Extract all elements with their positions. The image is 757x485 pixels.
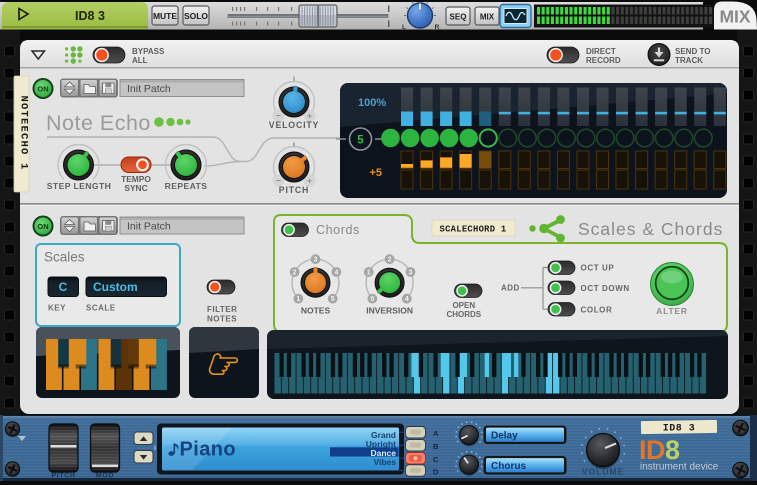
- svg-text:RECORD: RECORD: [586, 56, 621, 65]
- svg-text:Init Patch: Init Patch: [127, 221, 171, 233]
- svg-text:SOLO: SOLO: [184, 11, 208, 21]
- svg-text:ALTER: ALTER: [656, 306, 688, 316]
- svg-text:ADD: ADD: [501, 284, 520, 293]
- svg-text:Custom: Custom: [93, 280, 138, 294]
- svg-text:SCALECHORD 1: SCALECHORD 1: [440, 225, 507, 235]
- svg-text:2: 2: [388, 257, 392, 264]
- svg-text:Scales & Chords: Scales & Chords: [578, 219, 723, 239]
- svg-text:3: 3: [409, 270, 413, 277]
- svg-text:INVERSION: INVERSION: [366, 306, 413, 316]
- svg-text:OPEN: OPEN: [452, 301, 475, 310]
- svg-text:OCT UP: OCT UP: [581, 264, 615, 273]
- svg-text:ON: ON: [37, 222, 48, 231]
- svg-text:PITCH: PITCH: [279, 185, 309, 195]
- svg-text:ID8 3: ID8 3: [75, 9, 105, 23]
- svg-text:Vibes: Vibes: [373, 457, 396, 467]
- svg-text:STEP LENGTH: STEP LENGTH: [47, 181, 111, 191]
- svg-text:SYNC: SYNC: [124, 183, 147, 193]
- svg-text:B: B: [433, 442, 439, 451]
- svg-text:C: C: [59, 280, 68, 294]
- svg-text:Scales: Scales: [44, 250, 85, 265]
- svg-text:+: +: [307, 110, 312, 120]
- svg-text:C: C: [433, 455, 439, 464]
- svg-text:4: 4: [334, 270, 338, 277]
- svg-text:−: −: [276, 110, 281, 120]
- svg-text:−: −: [276, 175, 281, 185]
- svg-text:4: 4: [405, 296, 409, 303]
- svg-text:FILTER: FILTER: [207, 305, 237, 314]
- svg-text:MIX: MIX: [480, 13, 495, 22]
- svg-text:5: 5: [357, 134, 364, 146]
- svg-text:1: 1: [367, 270, 371, 277]
- svg-text:NOTES: NOTES: [301, 306, 331, 316]
- svg-text:Note Echo: Note Echo: [46, 111, 151, 135]
- svg-text:MOD: MOD: [96, 473, 114, 480]
- svg-text:COLOR: COLOR: [581, 306, 613, 315]
- svg-text:NOTES: NOTES: [207, 315, 237, 324]
- svg-text:SCALE: SCALE: [86, 304, 116, 313]
- svg-text:+5: +5: [369, 167, 382, 179]
- svg-text:0: 0: [370, 296, 374, 303]
- svg-text:DIRECT: DIRECT: [586, 47, 616, 56]
- svg-text:1: 1: [296, 296, 300, 303]
- svg-text:100%: 100%: [358, 97, 386, 109]
- svg-text:ON: ON: [37, 84, 48, 93]
- svg-text:Chords: Chords: [316, 223, 360, 237]
- svg-text:+: +: [307, 175, 312, 185]
- svg-text:OCT DOWN: OCT DOWN: [581, 284, 630, 293]
- svg-text:A: A: [433, 429, 439, 438]
- svg-text:3: 3: [314, 257, 318, 264]
- svg-text:Delay: Delay: [491, 431, 518, 442]
- svg-text:TRACK: TRACK: [675, 56, 703, 65]
- svg-text:PITCH: PITCH: [52, 473, 76, 480]
- svg-text:ALL: ALL: [132, 56, 148, 65]
- svg-text:KEY: KEY: [48, 304, 66, 313]
- svg-text:2: 2: [293, 270, 297, 277]
- svg-text:R: R: [435, 24, 440, 31]
- svg-text:REPEATS: REPEATS: [165, 181, 208, 191]
- svg-text:BYPASS: BYPASS: [132, 47, 165, 56]
- svg-text:ID8: ID8: [639, 435, 680, 465]
- svg-text:Chorus: Chorus: [491, 461, 526, 472]
- svg-text:Init Patch: Init Patch: [127, 83, 171, 95]
- svg-text:NOTEECHO 1: NOTEECHO 1: [18, 95, 30, 170]
- svg-text:D: D: [433, 467, 439, 476]
- svg-text:VELOCITY: VELOCITY: [269, 120, 319, 130]
- svg-text:5: 5: [331, 296, 335, 303]
- svg-text:CHORDS: CHORDS: [446, 310, 481, 319]
- svg-text:Piano: Piano: [180, 439, 236, 461]
- svg-text:SEQ: SEQ: [450, 13, 467, 22]
- svg-text:ID8 3: ID8 3: [663, 424, 696, 435]
- svg-text:MUTE: MUTE: [153, 11, 177, 21]
- svg-text:instrument device: instrument device: [640, 462, 719, 473]
- svg-text:L: L: [402, 24, 406, 31]
- svg-text:SEND TO: SEND TO: [675, 47, 710, 56]
- svg-text:VOLUME: VOLUME: [582, 467, 624, 477]
- svg-text:MIX: MIX: [719, 7, 750, 27]
